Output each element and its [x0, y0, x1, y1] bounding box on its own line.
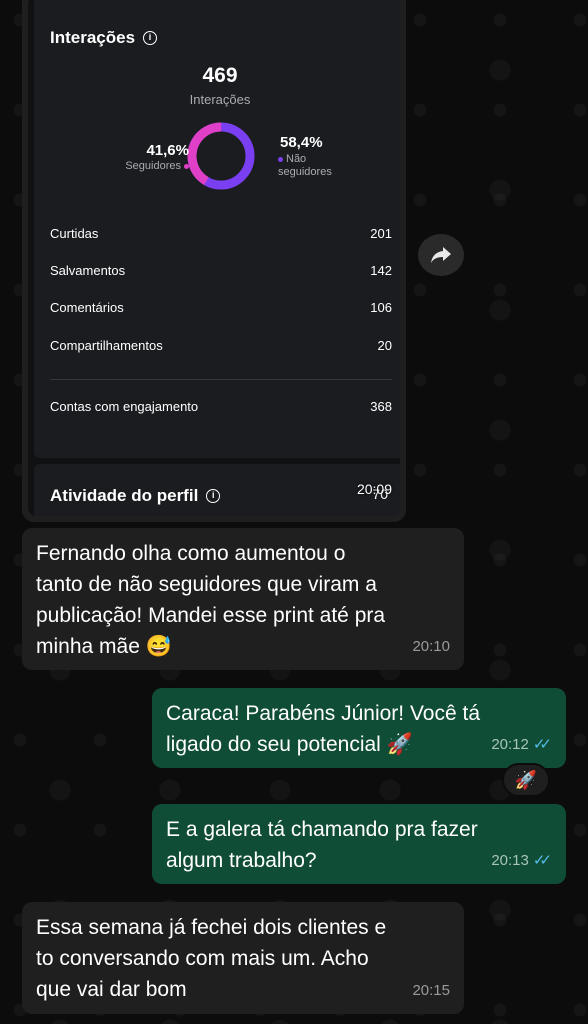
forward-arrow-icon [431, 247, 451, 263]
image-message[interactable]: Interações i 469 Interações 41,6% Seguid… [22, 0, 406, 522]
interactions-donut-chart [187, 122, 255, 190]
metric-row: Salvamentos 142 [50, 263, 392, 278]
message-reaction[interactable]: 🚀 [502, 763, 550, 797]
interactions-title: Interações i [50, 28, 158, 48]
message-time: 20:15 [412, 982, 450, 999]
forward-button[interactable] [418, 234, 464, 276]
profile-activity-card: Atividade do perfil i 70 [34, 464, 400, 516]
profile-activity-title: Atividade do perfil i [50, 486, 221, 506]
double-check-icon: ✓✓ [532, 852, 552, 869]
incoming-message[interactable]: Fernando olha como aumentou o tanto de n… [22, 528, 464, 670]
message-time: 20:13 ✓✓ [491, 845, 552, 876]
metric-row: Curtidas 201 [50, 226, 392, 241]
interactions-total-label: Interações [189, 92, 251, 107]
interactions-total: 469 [202, 64, 238, 87]
divider [50, 379, 392, 380]
info-icon: i [206, 489, 221, 503]
non-followers-percent: 58,4% [280, 134, 323, 151]
outgoing-message[interactable]: E a galera tá chamando pra fazer algum t… [152, 804, 566, 884]
interactions-card: Interações i 469 Interações 41,6% Seguid… [34, 0, 400, 458]
instagram-insights-screenshot: Interações i 469 Interações 41,6% Seguid… [28, 0, 400, 516]
metric-row: Compartilhamentos 20 [50, 338, 392, 353]
image-timestamp: 20:09 [356, 481, 392, 497]
message-time: 20:10 [412, 638, 450, 655]
non-followers-dot [278, 156, 283, 162]
non-followers-label: Não seguidores [278, 153, 332, 178]
metric-row: Comentários 106 [50, 300, 392, 315]
info-icon: i [143, 31, 158, 45]
incoming-message[interactable]: Essa semana já fechei dois clientes e to… [22, 902, 464, 1014]
engagement-row: Contas com engajamento 368 [50, 399, 392, 414]
followers-label: Seguidores [74, 160, 189, 172]
message-time: 20:12 ✓✓ [491, 729, 552, 760]
followers-percent: 41,6% [146, 142, 189, 159]
double-check-icon: ✓✓ [532, 736, 552, 753]
followers-dot [184, 163, 189, 169]
outgoing-message[interactable]: Caraca! Parabéns Júnior! Você tá ligado … [152, 688, 566, 768]
